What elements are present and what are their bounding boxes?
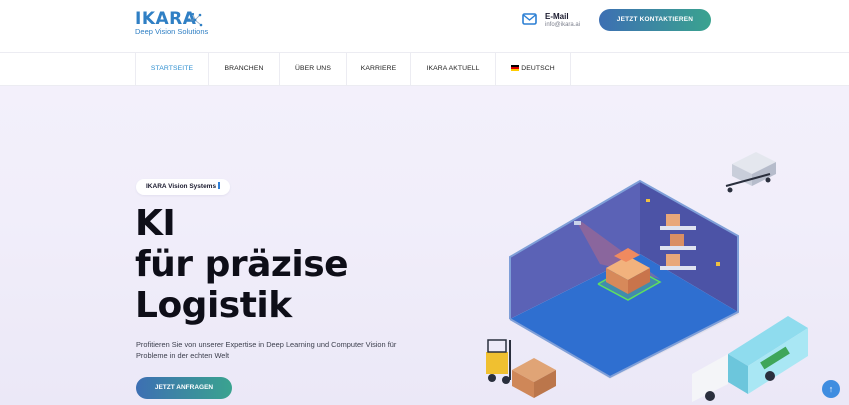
hero-section: IKARA Vision Systems KI für präzise Logi… — [0, 86, 849, 405]
mail-title: E-Mail — [545, 12, 569, 21]
mail-icon — [522, 13, 537, 25]
nav-item-language[interactable]: DEUTSCH — [495, 53, 570, 85]
main-nav: STARTSEITE BRANCHEN ÜBER UNS KARRIERE IK… — [0, 53, 849, 86]
site-header: IKARA Deep Vision Solutions E-Mail info@… — [0, 0, 849, 53]
mail-address-link[interactable]: info@ikara.ai — [545, 22, 580, 29]
nav-item-karriere[interactable]: KARRIERE — [346, 53, 410, 85]
nav-item-ikara-aktuell[interactable]: IKARA AKTUELL — [410, 53, 495, 85]
nav-item-ueber-uns[interactable]: ÜBER UNS — [279, 53, 346, 85]
badge-accent — [218, 182, 221, 189]
headline-line-2: für präzise — [135, 244, 349, 285]
nav-divider — [570, 53, 571, 85]
nav-item-startseite[interactable]: STARTSEITE — [135, 53, 208, 85]
ikara-logo[interactable]: IKARA Deep Vision Solutions — [135, 10, 225, 36]
language-label: DEUTSCH — [521, 65, 555, 72]
scanner-device — [574, 221, 581, 225]
shelf — [660, 226, 696, 230]
hero-lead-text: Profitieren Sie von unserer Expertise in… — [136, 340, 397, 360]
scroll-to-top-button[interactable]: ↑ — [822, 380, 840, 398]
molecule-logo-icon — [187, 12, 203, 27]
arrow-up-icon: ↑ — [828, 384, 834, 394]
headline-line-3: Logistik — [135, 285, 292, 326]
hero-badge: IKARA Vision Systems — [136, 179, 231, 195]
hero-headline: KI für präzise Logistik — [135, 203, 349, 326]
german-flag-icon — [511, 64, 520, 71]
request-now-button[interactable]: JETZT ANFRAGEN — [136, 377, 232, 399]
badge-label: IKARA Vision Systems — [146, 183, 217, 190]
logo-tagline: Deep Vision Solutions — [135, 27, 209, 36]
nav-item-branchen[interactable]: BRANCHEN — [208, 53, 279, 85]
contact-now-button[interactable]: JETZT KONTAKTIEREN — [599, 9, 711, 31]
headline-line-1: KI — [135, 203, 176, 244]
forklift — [486, 352, 508, 374]
isometric-warehouse-illustration — [486, 152, 808, 402]
